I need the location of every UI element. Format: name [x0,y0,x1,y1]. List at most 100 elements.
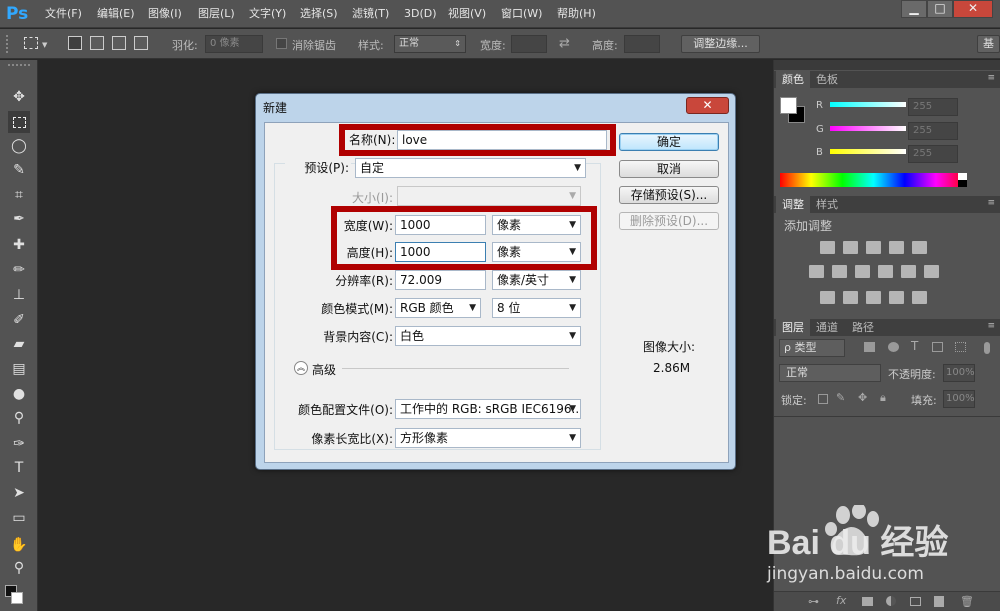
channel-g-input[interactable]: 255 [908,122,958,140]
lasso-tool-icon[interactable]: ◯ [8,135,30,157]
color-balance-icon[interactable] [832,265,847,278]
photo-filter-icon[interactable] [878,265,893,278]
blur-tool-icon[interactable]: ● [8,383,30,405]
lock-all-icon[interactable]: 🔒︎ [880,391,886,405]
width-input[interactable]: 1000 [395,215,486,235]
new-adjustment-icon[interactable] [886,596,896,606]
add-selection-icon[interactable] [90,36,104,50]
lock-position-icon[interactable]: ✥ [858,391,867,404]
eyedropper-tool-icon[interactable]: ✒ [8,208,30,230]
background-color-swatch[interactable] [11,592,23,604]
path-select-tool-icon[interactable]: ➤ [8,482,30,504]
tab-channels[interactable]: 通道 [810,319,844,336]
menu-help[interactable]: 帮助(H) [557,0,596,28]
ok-button[interactable]: 确定 [619,133,719,151]
vibrance-icon[interactable] [912,241,927,254]
height-unit-select[interactable]: 像素 ▼ [492,242,581,262]
dialog-close-button[interactable]: ✕ [686,97,729,114]
gradient-tool-icon[interactable]: ▤ [8,358,30,380]
layer-style-icon[interactable]: fx [836,594,846,607]
tab-swatches[interactable]: 色板 [810,71,844,88]
marquee-preset-icon[interactable] [24,37,38,49]
marquee-tool-icon[interactable] [8,111,30,133]
dodge-tool-icon[interactable]: ⚲ [8,407,30,429]
pixel-aspect-select[interactable]: 方形像素 ▼ [395,428,581,448]
refine-edge-button[interactable]: 调整边缘... [681,35,760,53]
channel-r-slider[interactable] [830,102,906,107]
menu-view[interactable]: 视图(V) [448,0,486,28]
lock-transparent-icon[interactable] [818,394,828,404]
panel-menu-icon[interactable]: ≡ [987,198,995,208]
channel-b-input[interactable]: 255 [908,145,958,163]
menu-window[interactable]: 窗口(W) [501,0,542,28]
resolution-unit-select[interactable]: 像素/英寸 ▼ [492,270,581,290]
invert-icon[interactable] [820,291,835,304]
width-unit-select[interactable]: 像素 ▼ [492,215,581,235]
preset-select[interactable]: 自定 ▼ [355,158,586,178]
color-spectrum-bar[interactable] [780,173,967,187]
zoom-tool-icon[interactable]: ⚲ [8,557,30,579]
intersect-selection-icon[interactable] [134,36,148,50]
filter-pixel-icon[interactable] [864,342,875,352]
tab-styles[interactable]: 样式 [810,196,844,213]
eraser-tool-icon[interactable]: ▰ [8,333,30,355]
filter-shape-icon[interactable] [932,342,943,352]
delete-preset-button[interactable]: 删除预设(D)... [619,212,719,230]
add-mask-icon[interactable] [862,597,873,606]
shape-tool-icon[interactable]: ▭ [8,507,30,529]
menu-select[interactable]: 选择(S) [300,0,338,28]
save-preset-button[interactable]: 存储预设(S)... [619,186,719,204]
channel-mixer-icon[interactable] [901,265,916,278]
advanced-toggle-icon[interactable]: ︽ [294,361,308,375]
swap-icon[interactable]: ⇄ [559,36,570,51]
exposure-icon[interactable] [889,241,904,254]
chevron-down-icon[interactable]: ▼ [42,41,47,49]
brightness-icon[interactable] [820,241,835,254]
pen-tool-icon[interactable]: ✑ [8,433,30,455]
posterize-icon[interactable] [843,291,858,304]
threshold-icon[interactable] [866,291,881,304]
close-button[interactable]: ✕ [953,0,993,18]
feather-input[interactable]: 0 像素 [205,35,263,53]
crop-tool-icon[interactable]: ⌗ [8,184,30,206]
filter-smart-object-icon[interactable] [955,342,966,352]
workspace-button[interactable]: 基 [977,35,1000,53]
resolution-input[interactable]: 72.009 [395,270,486,290]
hue-saturation-icon[interactable] [809,265,824,278]
channel-b-slider[interactable] [830,149,906,154]
black-white-icon[interactable] [855,265,870,278]
color-mode-select[interactable]: RGB 颜色 ▼ [395,298,481,318]
link-layers-icon[interactable]: ⊶ [808,595,819,608]
menu-3d[interactable]: 3D(D) [404,0,437,28]
curves-icon[interactable] [866,241,881,254]
menu-file[interactable]: 文件(F) [45,0,82,28]
bit-depth-select[interactable]: 8 位 ▼ [492,298,581,318]
minimize-button[interactable]: ▁ [901,0,927,18]
blend-mode-select[interactable]: 正常 [779,364,881,382]
new-group-icon[interactable] [910,597,921,606]
panel-menu-icon[interactable]: ≡ [987,73,995,83]
tab-layers[interactable]: 图层 [776,319,810,336]
width-input[interactable] [511,35,547,53]
advanced-label[interactable]: 高级 [312,361,336,378]
height-input[interactable] [624,35,660,53]
channel-g-slider[interactable] [830,126,906,131]
hand-tool-icon[interactable]: ✋ [8,534,30,556]
brush-tool-icon[interactable]: ✏ [8,259,30,281]
filter-type-icon[interactable]: T [911,339,918,353]
healing-brush-tool-icon[interactable]: ✚ [8,234,30,256]
channel-r-input[interactable]: 255 [908,98,958,116]
antialias-checkbox[interactable] [276,38,287,49]
move-tool-icon[interactable]: ✥ [8,86,30,108]
menu-image[interactable]: 图像(I) [148,0,182,28]
stamp-tool-icon[interactable]: ⊥ [8,284,30,306]
gradient-map-icon[interactable] [912,291,927,304]
new-layer-icon[interactable] [934,596,944,607]
tab-paths[interactable]: 路径 [846,319,880,336]
menu-layer[interactable]: 图层(L) [198,0,235,28]
lock-pixels-icon[interactable]: ✎ [836,391,845,404]
filter-toggle-icon[interactable] [984,342,990,354]
tab-color[interactable]: 颜色 [776,71,810,88]
foreground-color-swatch[interactable] [780,97,797,114]
selective-color-icon[interactable] [889,291,904,304]
